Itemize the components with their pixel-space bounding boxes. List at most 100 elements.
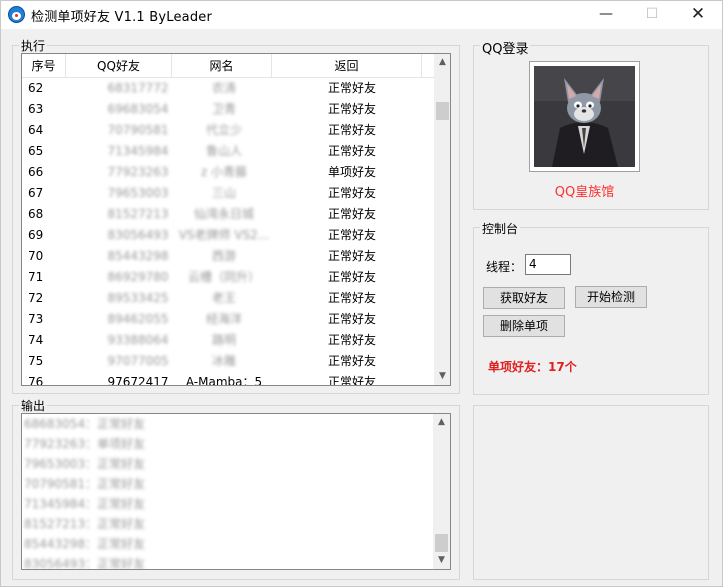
output-scrollbar[interactable]: ▲ ▼ <box>433 414 450 569</box>
exec-group-label: 执行 <box>19 37 48 54</box>
console-group-label: 控制台 <box>480 220 521 237</box>
output-group-label: 输出 <box>19 397 48 414</box>
row-no: 73 <box>28 312 44 326</box>
row-status: 正常好友 <box>327 123 376 137</box>
row-qq: 97672417 <box>107 375 169 386</box>
row-status: 正常好友 <box>327 333 376 347</box>
row-nickname: 仙湾永日城 <box>193 207 254 221</box>
scroll-up-icon[interactable]: ▲ <box>434 54 450 71</box>
row-qq: 93388064 <box>107 333 169 347</box>
row-no: 67 <box>28 186 44 200</box>
output-log[interactable]: 68683054：正常好友 77923263：单项好友 79653003：正常好友 7… <box>21 413 451 570</box>
row-status: 正常好友 <box>327 312 376 326</box>
table-row[interactable]: 70 85443298 西游 正常好友 <box>22 246 434 267</box>
table-row[interactable]: 74 93388064 路明 正常好友 <box>22 330 434 351</box>
column-header-name[interactable]: 网名 <box>172 54 272 78</box>
output-lines: 68683054：正常好友 77923263：单项好友 79653003：正常好友 7… <box>22 414 432 570</box>
close-button[interactable]: ✕ <box>675 1 721 29</box>
row-no: 72 <box>28 291 44 305</box>
row-qq: 71345984 <box>107 144 169 158</box>
thread-label: 线程： <box>486 260 523 274</box>
row-nickname: 西游 <box>211 249 236 263</box>
row-nickname: 三山 <box>211 186 236 200</box>
table-row[interactable]: 69 83056493 VS老牌师 VS2... 正常好友 <box>22 225 434 246</box>
output-line: 71345984：正常好友 <box>24 497 146 511</box>
list-body: 62 68317772 农涛 正常好友 63 69683054 卫青 正常好友 64 707905… <box>22 78 434 386</box>
table-row[interactable]: 75 97077005 冰雕 正常好友 <box>22 351 434 372</box>
list-header: 序号 QQ好友 网名 返回 <box>22 54 434 78</box>
delete-single-button[interactable]: 删除单项 <box>483 315 565 337</box>
column-header-no[interactable]: 序号 <box>22 54 66 78</box>
row-nickname: 经海洋 <box>205 312 242 326</box>
output-scroll-thumb[interactable] <box>435 534 448 552</box>
table-row[interactable]: 65 71345984 鲁山人 正常好友 <box>22 141 434 162</box>
output-line: 79653003：正常好友 <box>24 457 146 471</box>
scroll-down-icon[interactable]: ▼ <box>433 552 450 569</box>
table-row[interactable]: 67 79653003 三山 正常好友 <box>22 183 434 204</box>
thread-count-input[interactable]: 4 <box>525 254 571 275</box>
row-status: 正常好友 <box>327 270 376 284</box>
row-nickname: 老王 <box>211 291 236 305</box>
row-nickname: A-Mamba：5 <box>185 375 263 386</box>
row-status: 正常好友 <box>327 81 376 95</box>
maximize-button[interactable]: ☐ <box>629 1 675 29</box>
tom-cat-avatar-icon <box>534 66 635 167</box>
table-row[interactable]: 66 77923263 z 小青藤 单项好友 <box>22 162 434 183</box>
row-status: 正常好友 <box>327 186 376 200</box>
table-row[interactable]: 76 97672417 A-Mamba：5 正常好友 <box>22 372 434 386</box>
row-no: 70 <box>28 249 44 263</box>
table-row[interactable]: 68 81527213 仙湾永日城 正常好友 <box>22 204 434 225</box>
row-qq: 83056493 <box>107 228 169 242</box>
empty-panel <box>473 405 709 580</box>
table-row[interactable]: 72 89533425 老王 正常好友 <box>22 288 434 309</box>
row-no: 76 <box>28 375 44 386</box>
row-nickname: 冰雕 <box>211 354 236 368</box>
row-no: 65 <box>28 144 44 158</box>
row-status: 正常好友 <box>327 228 376 242</box>
row-no: 75 <box>28 354 44 368</box>
row-qq: 77923263 <box>107 165 169 179</box>
table-row[interactable]: 62 68317772 农涛 正常好友 <box>22 78 434 99</box>
row-status: 正常好友 <box>327 249 376 263</box>
column-header-status[interactable]: 返回 <box>272 54 422 78</box>
table-row[interactable]: 71 86929780 云槽（同升） 正常好友 <box>22 267 434 288</box>
start-check-button[interactable]: 开始检测 <box>575 286 647 308</box>
friends-list[interactable]: 序号 QQ好友 网名 返回 62 68317772 农涛 正常好友 63 69683054… <box>21 53 451 386</box>
row-status: 正常好友 <box>327 291 376 305</box>
avatar-frame <box>529 61 640 172</box>
row-status: 正常好友 <box>327 207 376 221</box>
qq-nickname: QQ皇族馆 <box>554 185 615 200</box>
row-qq: 97077005 <box>107 354 169 368</box>
column-header-qq[interactable]: QQ好友 <box>66 54 172 78</box>
get-friends-button[interactable]: 获取好友 <box>483 287 565 309</box>
list-scrollbar[interactable]: ▲ ▼ <box>434 54 450 385</box>
minimize-button[interactable]: — <box>583 1 629 29</box>
row-no: 74 <box>28 333 44 347</box>
scroll-up-icon[interactable]: ▲ <box>433 414 450 431</box>
row-no: 68 <box>28 207 44 221</box>
app-window: 检测单项好友 V1.1 ByLeader — ☐ ✕ 执行 序号 QQ好友 网名… <box>0 0 723 587</box>
list-scroll-thumb[interactable] <box>436 102 449 120</box>
output-line: 77923263：单项好友 <box>24 437 146 451</box>
row-nickname: 代立少 <box>205 123 242 137</box>
output-line: 83056493：正常好友 <box>24 557 146 570</box>
row-status: 正常好友 <box>327 102 376 116</box>
title-bar[interactable]: 检测单项好友 V1.1 ByLeader — ☐ ✕ <box>1 1 722 29</box>
window-title: 检测单项好友 V1.1 ByLeader <box>31 10 213 25</box>
output-line: 68683054：正常好友 <box>24 417 146 431</box>
table-row[interactable]: 73 89462055 经海洋 正常好友 <box>22 309 434 330</box>
scroll-down-icon[interactable]: ▼ <box>434 368 450 385</box>
row-no: 69 <box>28 228 44 242</box>
row-qq: 89533425 <box>107 291 169 305</box>
output-line: 85443298：正常好友 <box>24 537 146 551</box>
row-status: 正常好友 <box>327 144 376 158</box>
table-row[interactable]: 63 69683054 卫青 正常好友 <box>22 99 434 120</box>
row-no: 66 <box>28 165 44 179</box>
row-nickname: 云槽（同升） <box>187 270 260 284</box>
row-qq: 79653003 <box>107 186 169 200</box>
app-logo-icon <box>8 6 25 23</box>
row-nickname: VS老牌师 VS2... <box>178 228 270 242</box>
row-no: 63 <box>28 102 44 116</box>
table-row[interactable]: 64 70790581 代立少 正常好友 <box>22 120 434 141</box>
row-qq: 85443298 <box>107 249 169 263</box>
